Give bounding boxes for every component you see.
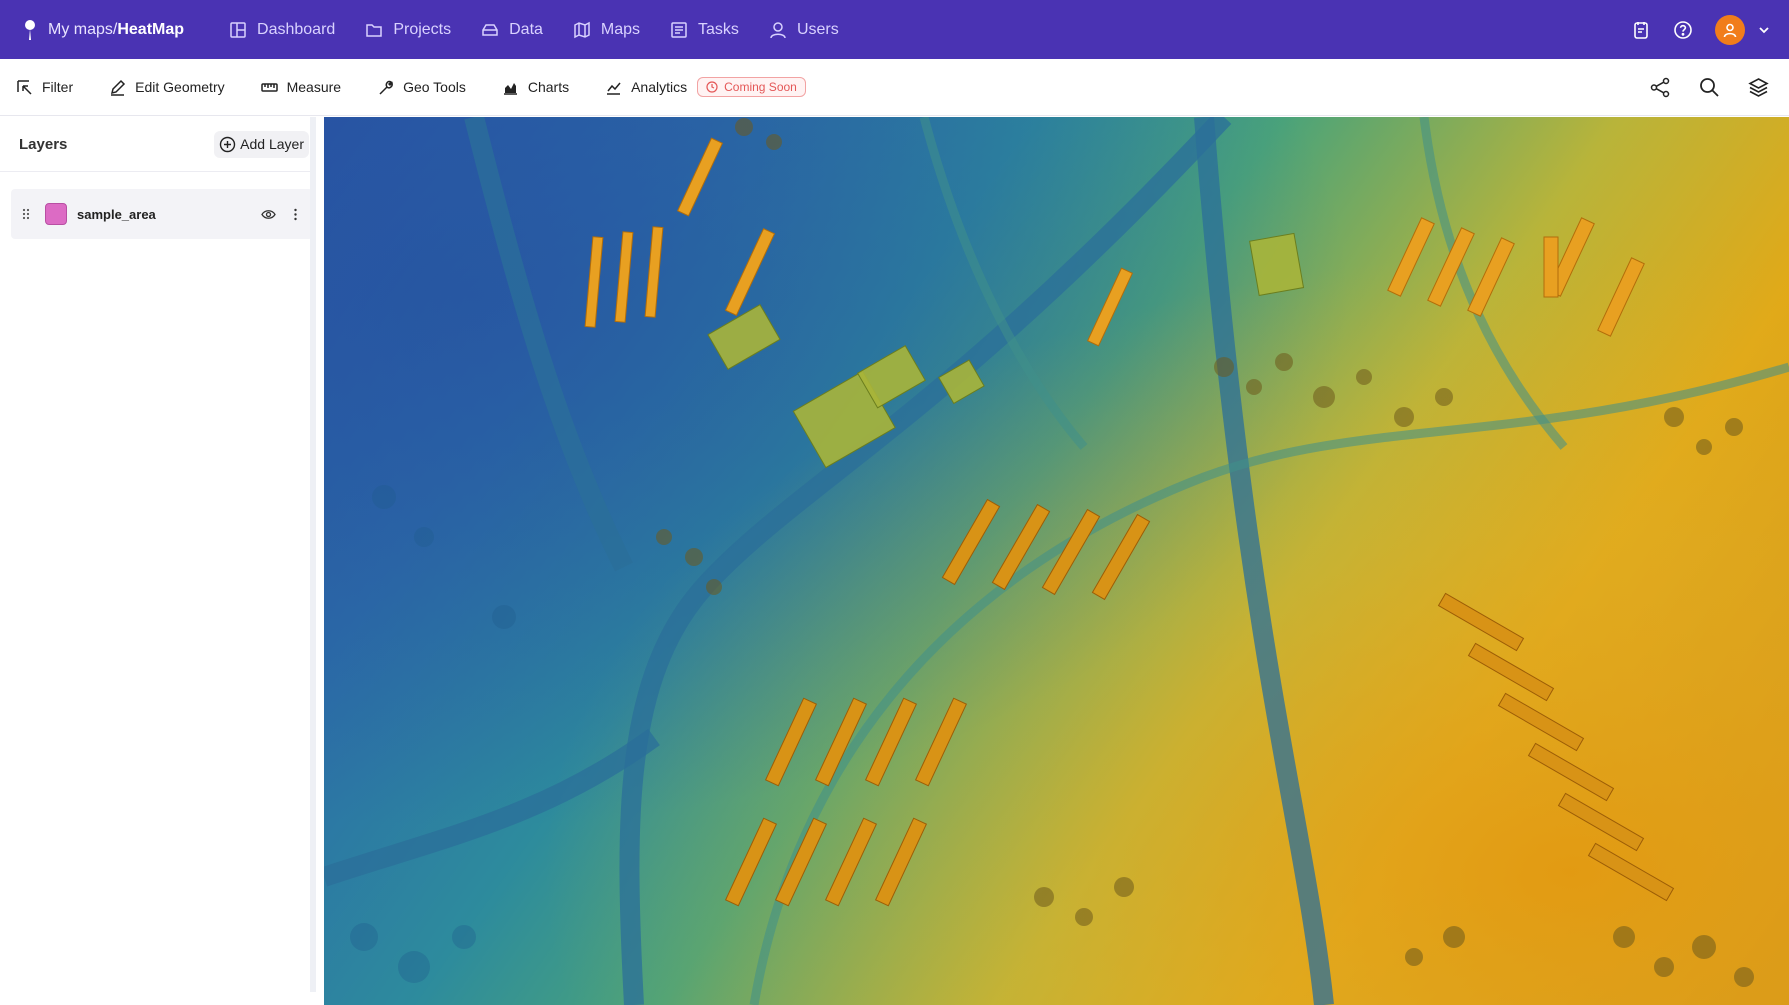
search-icon[interactable] <box>1699 77 1720 98</box>
help-icon[interactable] <box>1673 20 1693 40</box>
nav-item-label: Users <box>796 20 839 38</box>
layers-panel: Layers Add Layer sample_area <box>0 117 316 1005</box>
more-vertical-icon[interactable] <box>288 207 303 222</box>
nav-item-label: Dashboard <box>257 20 336 38</box>
add-layer-button[interactable]: Add Layer <box>214 130 309 158</box>
folder-icon <box>366 23 383 37</box>
coming-soon-badge: Coming Soon <box>697 77 806 97</box>
nav-item-label: Projects <box>393 20 452 38</box>
analytics-icon <box>607 82 621 95</box>
share-icon[interactable] <box>1650 77 1671 98</box>
top-navigation-bar: My maps/HeatMap Dashboard Projects Data <box>0 0 1789 59</box>
nav-item-label: Data <box>509 20 543 38</box>
user-icon <box>770 21 786 38</box>
topbar-actions <box>1631 0 1771 59</box>
measure-label: Measure <box>286 79 342 95</box>
heatmap-canvas[interactable] <box>324 117 1789 1005</box>
charts-label: Charts <box>527 79 570 95</box>
tasks-icon <box>671 21 687 38</box>
layers-panel-header: Layers Add Layer <box>0 117 316 172</box>
toolbar-right-actions <box>1650 59 1769 116</box>
filter-label: Filter <box>42 79 74 95</box>
layers-icon[interactable] <box>1748 77 1769 98</box>
analytics-label: Analytics <box>631 79 688 95</box>
nav-item-label: Tasks <box>698 20 739 38</box>
breadcrumb: My maps/HeatMap <box>22 19 184 41</box>
charts-button[interactable]: Charts <box>502 79 569 96</box>
measure-button[interactable]: Measure <box>260 79 342 96</box>
edit-geometry-button[interactable]: Edit Geometry <box>109 79 225 96</box>
panel-scrollbar[interactable] <box>310 117 316 992</box>
nav-item-maps[interactable]: Maps <box>558 0 655 59</box>
layer-item[interactable]: sample_area <box>11 189 313 239</box>
notes-icon[interactable] <box>1631 20 1651 40</box>
nav-item-data[interactable]: Data <box>466 0 558 59</box>
chevron-down-icon[interactable] <box>1757 23 1771 37</box>
map-icon <box>574 21 590 38</box>
nav-item-label: Maps <box>600 20 641 38</box>
drag-handle-icon[interactable] <box>21 207 31 221</box>
elevation-heatmap-image <box>324 117 1789 1005</box>
avatar[interactable] <box>1715 14 1745 45</box>
filter-icon <box>17 79 32 95</box>
edit-geometry-label: Edit Geometry <box>135 79 225 95</box>
nav-item-projects[interactable]: Projects <box>350 0 466 59</box>
main-nav: Dashboard Projects Data Maps Tasks Users <box>214 0 854 59</box>
layers-panel-title: Layers <box>19 135 68 153</box>
nav-item-dashboard[interactable]: Dashboard <box>214 0 350 59</box>
nav-item-tasks[interactable]: Tasks <box>655 0 754 59</box>
nav-item-users[interactable]: Users <box>754 0 854 59</box>
user-avatar-icon <box>1723 23 1737 37</box>
breadcrumb-parent[interactable]: My maps/ <box>48 21 117 38</box>
layer-name: sample_area <box>77 206 156 222</box>
clock-icon <box>706 81 718 93</box>
geo-tools-button[interactable]: Geo Tools <box>377 79 466 96</box>
layer-actions <box>261 207 303 222</box>
layer-color-swatch[interactable] <box>45 203 67 225</box>
database-icon <box>482 23 498 36</box>
dashboard-icon <box>230 21 246 38</box>
eye-icon[interactable] <box>261 207 276 222</box>
filter-button[interactable]: Filter <box>16 79 73 96</box>
plus-circle-icon <box>219 136 236 152</box>
add-layer-label: Add Layer <box>240 136 304 152</box>
pencil-icon <box>111 79 126 96</box>
chart-icon <box>503 82 517 95</box>
ruler-icon <box>260 82 278 92</box>
geo-tools-label: Geo Tools <box>403 79 466 95</box>
coming-soon-label: Coming Soon <box>724 80 797 94</box>
map-pin-icon <box>25 19 35 40</box>
wrench-icon <box>379 80 393 95</box>
map-toolbar: Filter Edit Geometry Measure Geo Tools C… <box>0 59 1789 116</box>
analytics-button[interactable]: Analytics <box>605 79 687 96</box>
breadcrumb-current: HeatMap <box>117 20 185 38</box>
